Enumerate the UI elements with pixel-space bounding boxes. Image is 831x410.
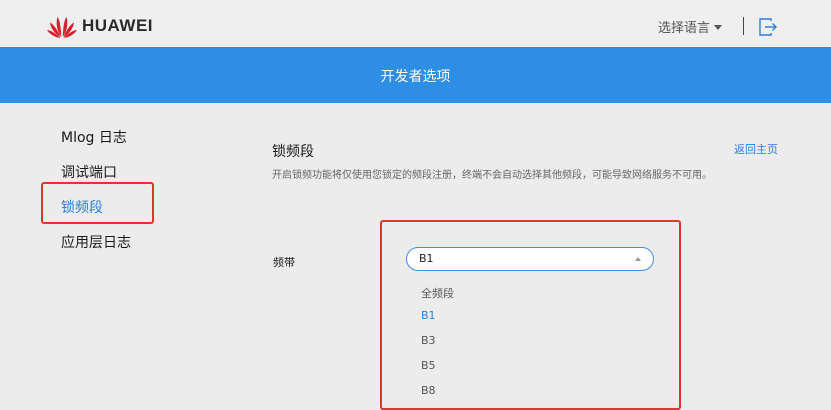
caret-up-icon	[635, 257, 641, 261]
top-bar: HUAWEI 选择语言	[0, 0, 831, 47]
header-divider	[743, 17, 744, 35]
band-option[interactable]: B3	[421, 334, 436, 347]
section-description: 开启锁频功能将仅使用您锁定的频段注册，终端不会自动选择其他频段，可能导致网络服务…	[272, 170, 712, 181]
language-selector[interactable]: 选择语言	[658, 17, 723, 36]
band-option[interactable]: B8	[421, 384, 436, 397]
brand-name: HUAWEI	[82, 16, 153, 35]
sidebar-item-band-lock[interactable]: 锁频段	[61, 197, 103, 217]
huawei-logo-icon	[47, 17, 77, 38]
band-label: 频带	[273, 256, 295, 269]
logout-icon[interactable]	[758, 17, 778, 37]
back-home-link[interactable]: 返回主页	[734, 141, 778, 157]
language-label: 选择语言	[658, 21, 711, 36]
section-title: 锁频段	[272, 144, 314, 160]
band-option-selected[interactable]: B1	[421, 309, 436, 322]
page-banner: 开发者选项	[0, 47, 831, 103]
sidebar-item-app-log[interactable]: 应用层日志	[61, 232, 131, 252]
band-option[interactable]: 全频段	[421, 285, 454, 301]
band-select[interactable]: B1	[406, 247, 654, 271]
sidebar-item-mlog[interactable]: Mlog 日志	[61, 127, 127, 147]
band-option[interactable]: B5	[421, 359, 436, 372]
caret-down-icon	[714, 25, 723, 30]
band-select-value: B1	[419, 252, 434, 265]
sidebar-item-debug-port[interactable]: 调试端口	[61, 162, 117, 182]
page-title: 开发者选项	[380, 69, 451, 85]
